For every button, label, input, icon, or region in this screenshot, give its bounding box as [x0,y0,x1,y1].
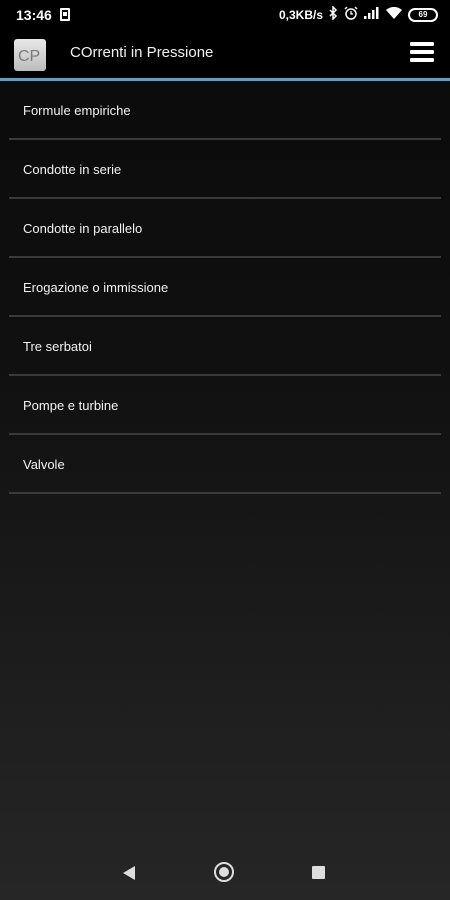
home-icon[interactable] [214,862,234,882]
menu-item-formule-empiriche[interactable]: Formule empiriche [9,81,441,140]
status-time: 13:46 [16,7,52,23]
status-icons: 0,3KB/s 69 [278,5,438,23]
logo-text: CP [18,48,40,65]
menu-item-erogazione-o-immissione[interactable]: Erogazione o immissione [9,258,441,317]
alarm-icon [344,6,358,23]
menu-item-label: Formule empiriche [23,103,131,118]
bluetooth-icon [329,5,338,23]
menu-item-pompe-e-turbine[interactable]: Pompe e turbine [9,376,441,435]
system-nav-bar [0,845,450,900]
network-speed: 0,3KB/s [278,7,323,22]
back-icon[interactable] [123,866,135,880]
wifi-icon [386,6,402,22]
menu-item-label: Condotte in serie [23,162,122,177]
signal-icon [364,7,380,22]
menu-list: Formule empiriche Condotte in serie Cond… [0,81,450,494]
notification-icon [60,8,70,21]
menu-item-condotte-in-serie[interactable]: Condotte in serie [9,140,441,199]
app-title: COrrenti in Pressione [70,44,214,61]
menu-item-valvole[interactable]: Valvole [9,435,441,494]
menu-item-label: Erogazione o immissione [23,280,169,295]
menu-item-label: Valvole [23,457,65,472]
menu-item-label: Condotte in parallelo [23,221,143,236]
recents-icon[interactable] [312,866,325,879]
battery-icon: 69 [408,7,438,22]
battery-level: 69 [418,9,428,19]
menu-icon[interactable] [410,42,434,64]
menu-item-condotte-in-parallelo[interactable]: Condotte in parallelo [9,199,441,258]
status-bar: 13:46 0,3KB/s 69 [0,0,450,30]
menu-item-label: Tre serbatoi [23,339,92,354]
menu-item-tre-serbatoi[interactable]: Tre serbatoi [9,317,441,376]
app-toolbar: CP COrrenti in Pressione [0,30,450,81]
menu-item-label: Pompe e turbine [23,398,119,413]
app-logo: CP [14,39,46,71]
